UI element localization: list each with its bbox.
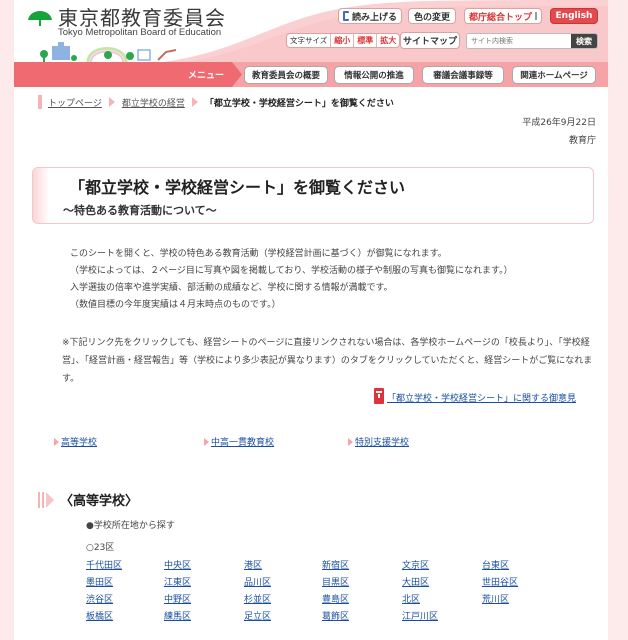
menu-banner: メニュー <box>14 62 242 87</box>
category-link-label[interactable]: 中高一貫教育校 <box>211 435 274 448</box>
global-nav: メニュー 教育委員会の概要 情報公開の推進 審議会議事録等 関連ホームページ <box>14 62 608 87</box>
town-illustration-icon <box>40 42 176 62</box>
breadcrumb: トップページ 都立学校の経営 「都立学校・学校経営シート」を御覧ください <box>38 95 394 109</box>
english-label: English <box>555 11 593 21</box>
breadcrumb-top[interactable]: トップページ <box>48 96 102 109</box>
intro-line: このシートを開くと、学校の特色ある教育活動（学校経営計画に基づく）が御覧になれま… <box>70 249 447 259</box>
arrow-icon <box>204 437 209 446</box>
page-title: 「都立学校・学校経営シート」を御覧ください <box>69 178 406 197</box>
site-search: 検索 <box>466 33 598 49</box>
nav-item-related-sites[interactable]: 関連ホームページ <box>512 66 596 84</box>
category-link-label[interactable]: 高等学校 <box>61 435 97 448</box>
section-title: 〈高等学校〉 <box>60 494 139 509</box>
ward-link[interactable]: 足立区 <box>244 609 271 622</box>
nav-item-council-minutes[interactable]: 審議会議事録等 <box>422 66 504 84</box>
breadcrumb-separator-icon <box>191 97 198 107</box>
ward-link[interactable]: 板橋区 <box>86 609 113 622</box>
publish-date: 平成26年9月22日 <box>522 118 596 128</box>
ward-link[interactable]: 江東区 <box>164 575 191 588</box>
read-aloud-button[interactable]: 読み上げる <box>338 8 402 24</box>
ward-link[interactable]: 墨田区 <box>86 575 113 588</box>
organization: 教育庁 <box>568 136 596 146</box>
nav-item-board-overview[interactable]: 教育委員会の概要 <box>244 66 328 84</box>
tokyo-top-button[interactable]: 都庁総合トップ <box>464 8 542 24</box>
category-link-label[interactable]: 特別支援学校 <box>355 435 409 448</box>
font-size-label: 文字サイズ <box>287 34 332 47</box>
arrow-icon <box>348 437 353 446</box>
tokyo-top-label: 都庁総合トップ <box>469 12 533 23</box>
logo-subtitle: Tokyo Metropolitan Board of Education <box>58 27 222 38</box>
ward-link[interactable]: 杉並区 <box>244 592 271 605</box>
area-23-wards: ○23区 <box>86 543 115 553</box>
intro-line: （数値目標の今年度実績は４月末時点のものです。） <box>70 300 281 310</box>
arrow-icon <box>54 437 59 446</box>
ward-link[interactable]: 新宿区 <box>322 558 349 571</box>
ward-link[interactable]: 練馬区 <box>164 609 191 622</box>
ward-link[interactable]: 目黒区 <box>322 575 349 588</box>
section-heading: 〈高等学校〉 <box>38 490 138 509</box>
ward-link[interactable]: 世田谷区 <box>482 575 518 588</box>
nav-item-info-disclosure[interactable]: 情報公開の推進 <box>334 66 414 84</box>
english-button[interactable]: English <box>550 8 598 24</box>
page-title-box: 「都立学校・学校経営シート」を御覧ください ～特色ある教育活動について～ <box>32 167 594 224</box>
ward-link[interactable]: 港区 <box>244 558 262 571</box>
sitemap-label: サイトマップ <box>403 37 458 47</box>
ward-link[interactable]: 荒川区 <box>482 592 509 605</box>
sitemap-button[interactable]: サイトマップ <box>400 32 460 49</box>
breadcrumb-school-management[interactable]: 都立学校の経営 <box>122 96 185 109</box>
search-button[interactable]: 検索 <box>571 34 597 48</box>
speaker-icon <box>343 11 349 21</box>
section-marker-icon <box>38 491 54 508</box>
category-link-secondary-school[interactable]: 中高一貫教育校 <box>204 435 274 448</box>
font-size-controls: 文字サイズ 縮小 標準 拡大 <box>286 33 401 48</box>
ginkgo-logo-icon <box>28 11 52 26</box>
ward-link[interactable]: 北区 <box>402 592 420 605</box>
ward-link[interactable]: 江戸川区 <box>402 609 438 622</box>
category-link-high-school[interactable]: 高等学校 <box>54 435 97 448</box>
breadcrumb-separator-icon <box>108 97 115 107</box>
ward-link[interactable]: 文京区 <box>402 558 429 571</box>
category-link-special-support[interactable]: 特別支援学校 <box>348 435 409 448</box>
note-text: ※下記リンク先をクリックしても、経営シートのページに直接リンクされない場合は、各… <box>62 338 593 384</box>
page-subtitle: ～特色ある教育活動について～ <box>63 204 217 217</box>
color-change-label: 色の変更 <box>413 12 450 23</box>
ward-link[interactable]: 豊島区 <box>322 592 349 605</box>
ward-link[interactable]: 中央区 <box>164 558 191 571</box>
external-link-icon <box>535 12 538 20</box>
opinion-link[interactable]: 「都立学校・学校経営シート」に関する御意見 <box>387 391 576 404</box>
ward-link[interactable]: 中野区 <box>164 592 191 605</box>
font-larger-button[interactable]: 拡大 <box>377 34 399 47</box>
search-input[interactable] <box>467 34 571 48</box>
ward-link[interactable]: 渋谷区 <box>86 592 113 605</box>
ward-link[interactable]: 千代田区 <box>86 558 122 571</box>
postbox-icon <box>374 388 384 404</box>
ward-link[interactable]: 品川区 <box>244 575 271 588</box>
font-smaller-button[interactable]: 縮小 <box>331 34 355 47</box>
ward-link[interactable]: 葛飾区 <box>322 609 349 622</box>
page: 東京都教育委員会 Tokyo Metropolitan Board of Edu… <box>14 0 608 640</box>
ward-link[interactable]: 台東区 <box>482 558 509 571</box>
opinion-link-row: 「都立学校・学校経営シート」に関する御意見 <box>374 388 576 404</box>
intro-text: このシートを開くと、学校の特色ある教育活動（学校経営計画に基づく）が御覧になれま… <box>70 246 513 314</box>
search-by-location: ●学校所在地から探す <box>86 521 175 531</box>
breadcrumb-current: 「都立学校・学校経営シート」を御覧ください <box>204 98 394 109</box>
read-aloud-label: 読み上げる <box>351 12 397 23</box>
intro-line: （学校によっては、２ページ目に写真や図を掲載しており、学校活動の様子や制服の写真… <box>70 266 513 276</box>
site-header: 東京都教育委員会 Tokyo Metropolitan Board of Edu… <box>14 0 608 62</box>
font-standard-button[interactable]: 標準 <box>354 34 378 47</box>
ward-link[interactable]: 大田区 <box>402 575 429 588</box>
menu-label: メニュー <box>187 71 224 81</box>
color-change-button[interactable]: 色の変更 <box>408 8 456 24</box>
intro-line: 入学選抜の倍率や進学実績、部活動の成績など、学校に関する情報が満載です。 <box>70 283 393 293</box>
